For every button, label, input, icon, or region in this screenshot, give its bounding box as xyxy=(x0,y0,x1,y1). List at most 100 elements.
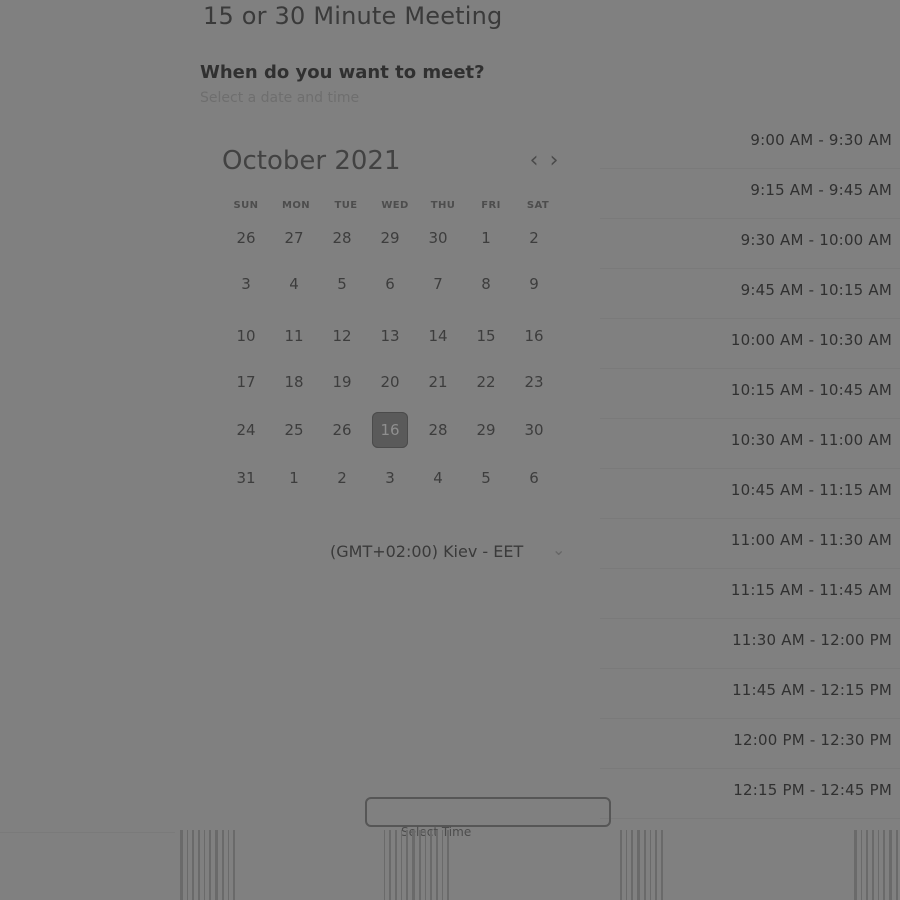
calendar-day[interactable]: 30 xyxy=(420,220,456,256)
scan-bar xyxy=(395,830,397,900)
time-slot-list: 9:00 AM - 9:30 AM 9:15 AM - 9:45 AM 9:30… xyxy=(600,118,900,819)
chevron-down-icon[interactable]: ⌄ xyxy=(552,540,565,559)
time-slot[interactable]: 12:00 PM - 12:30 PM xyxy=(600,718,900,769)
scan-bar xyxy=(866,830,868,900)
scan-bar xyxy=(389,830,391,900)
scan-bar xyxy=(430,830,432,900)
scan-bar xyxy=(872,830,874,900)
time-slot-label: 11:15 AM - 11:45 AM xyxy=(730,581,892,599)
time-slot-label: 11:00 AM - 11:30 AM xyxy=(730,531,892,549)
calendar-day[interactable]: 16 xyxy=(516,318,552,354)
calendar-day[interactable]: 7 xyxy=(420,266,456,302)
time-slot-label: 9:45 AM - 10:15 AM xyxy=(740,281,892,299)
calendar-day[interactable]: 1 xyxy=(276,460,312,496)
time-slot[interactable]: 10:00 AM - 10:30 AM xyxy=(600,318,900,369)
time-slot[interactable]: 11:30 AM - 12:00 PM xyxy=(600,618,900,669)
time-slot[interactable]: 10:45 AM - 11:15 AM xyxy=(600,468,900,519)
month-title: October 2021 xyxy=(222,146,401,176)
chevron-right-icon[interactable]: › xyxy=(543,146,565,174)
calendar-day[interactable]: 29 xyxy=(372,220,408,256)
weekday-label: TUE xyxy=(334,200,358,211)
scan-bar xyxy=(620,830,622,900)
scan-bar xyxy=(209,830,211,900)
calendar-day[interactable]: 3 xyxy=(372,460,408,496)
bottom-scan-bars xyxy=(620,830,663,900)
scan-bar xyxy=(425,830,426,900)
time-slot[interactable]: 9:45 AM - 10:15 AM xyxy=(600,268,900,319)
selected-date[interactable]: 16 xyxy=(372,412,408,448)
time-slot-label: 9:15 AM - 9:45 AM xyxy=(750,181,892,199)
calendar-day[interactable]: 6 xyxy=(516,460,552,496)
helper-text: Select a date and time xyxy=(200,90,360,106)
calendar-day[interactable]: 21 xyxy=(420,364,456,400)
time-slot-label: 9:30 AM - 10:00 AM xyxy=(740,231,892,249)
calendar-day[interactable]: 23 xyxy=(516,364,552,400)
timezone-selector[interactable]: (GMT+02:00) Kiev - EET xyxy=(330,542,523,561)
time-slot[interactable]: 9:15 AM - 9:45 AM xyxy=(600,168,900,219)
weekday-label: SAT xyxy=(526,200,550,211)
time-slot[interactable]: 10:15 AM - 10:45 AM xyxy=(600,368,900,419)
calendar-day[interactable]: 15 xyxy=(468,318,504,354)
calendar-day[interactable]: 8 xyxy=(468,266,504,302)
calendar-day[interactable]: 28 xyxy=(420,412,456,448)
calendar-day[interactable]: 13 xyxy=(372,318,408,354)
calendar-day[interactable]: 31 xyxy=(228,460,264,496)
bottom-scan-bars xyxy=(854,830,898,900)
calendar-day[interactable]: 4 xyxy=(420,460,456,496)
calendar-day[interactable]: 28 xyxy=(324,220,360,256)
calendar-day[interactable]: 17 xyxy=(228,364,264,400)
calendar-day[interactable]: 14 xyxy=(420,318,456,354)
calendar-day[interactable]: 29 xyxy=(468,412,504,448)
calendar-day[interactable]: 3 xyxy=(228,266,264,302)
calendar-day[interactable]: 2 xyxy=(516,220,552,256)
calendar-day[interactable]: 26 xyxy=(324,412,360,448)
calendar-day[interactable]: 2 xyxy=(324,460,360,496)
calendar-day[interactable]: 30 xyxy=(516,412,552,448)
scan-bar xyxy=(436,830,438,900)
weekday-label: WED xyxy=(381,200,409,211)
time-slot[interactable]: 10:30 AM - 11:00 AM xyxy=(600,418,900,469)
calendar-day[interactable]: 18 xyxy=(276,364,312,400)
calendar-day[interactable]: 19 xyxy=(324,364,360,400)
calendar-day[interactable]: 1 xyxy=(468,220,504,256)
chevron-left-icon[interactable]: ‹ xyxy=(523,146,545,174)
calendar-day[interactable]: 22 xyxy=(468,364,504,400)
calendar-day[interactable]: 10 xyxy=(228,318,264,354)
bottom-scan-bars xyxy=(180,830,235,900)
time-slot[interactable]: 11:15 AM - 11:45 AM xyxy=(600,568,900,619)
scan-bar xyxy=(192,830,194,900)
calendar-day[interactable]: 11 xyxy=(276,318,312,354)
calendar-day[interactable]: 20 xyxy=(372,364,408,400)
scan-bar xyxy=(655,830,657,900)
calendar-day[interactable]: 6 xyxy=(372,266,408,302)
calendar-day[interactable]: 27 xyxy=(276,220,312,256)
calendar-day[interactable]: 24 xyxy=(228,412,264,448)
calendar-day[interactable]: 12 xyxy=(324,318,360,354)
section-heading: When do you want to meet? xyxy=(200,62,485,83)
time-slot-label: 10:15 AM - 10:45 AM xyxy=(730,381,892,399)
bottom-scan-bars xyxy=(384,830,449,900)
calendar-day[interactable]: 26 xyxy=(228,220,264,256)
time-slot[interactable]: 9:30 AM - 10:00 AM xyxy=(600,218,900,269)
time-slot[interactable]: 11:00 AM - 11:30 AM xyxy=(600,518,900,569)
scan-bar xyxy=(878,830,879,900)
scan-bar xyxy=(215,830,218,900)
calendar-day[interactable]: 25 xyxy=(276,412,312,448)
scan-bar xyxy=(637,830,640,900)
calendar-day[interactable]: 5 xyxy=(468,460,504,496)
scan-bar xyxy=(631,830,633,900)
calendar-day[interactable]: 9 xyxy=(516,266,552,302)
scan-bar xyxy=(384,830,385,900)
divider-line xyxy=(0,832,175,833)
calendar-day[interactable]: 5 xyxy=(324,266,360,302)
time-slot[interactable]: 11:45 AM - 12:15 PM xyxy=(600,668,900,719)
time-slot[interactable]: 12:15 PM - 12:45 PM xyxy=(600,768,900,819)
scan-bar xyxy=(644,830,646,900)
scan-bar xyxy=(204,830,205,900)
scan-bar xyxy=(180,830,183,900)
time-slot-label: 12:00 PM - 12:30 PM xyxy=(733,731,892,749)
scan-bar xyxy=(187,830,188,900)
time-slot[interactable]: 9:00 AM - 9:30 AM xyxy=(600,118,900,169)
calendar-day[interactable]: 4 xyxy=(276,266,312,302)
select-time-button[interactable] xyxy=(365,797,611,827)
